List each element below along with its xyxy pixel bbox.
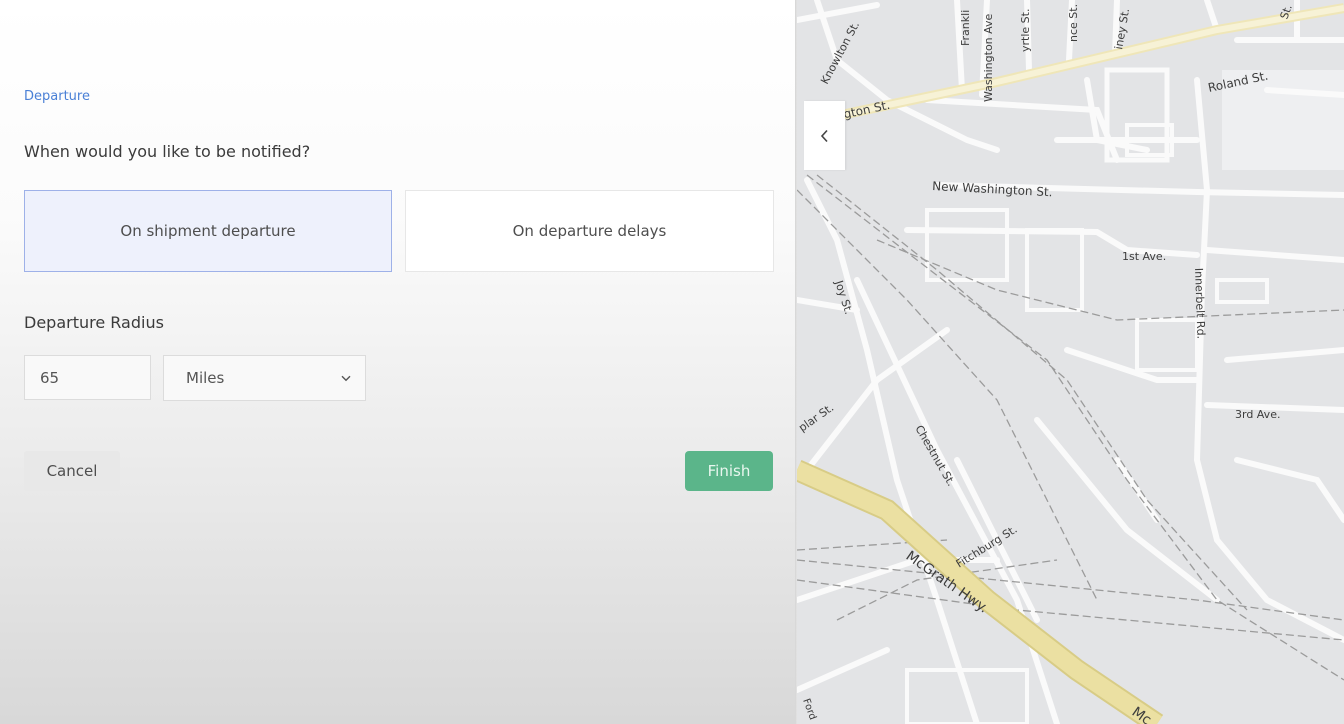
map-building bbox=[925, 208, 1009, 282]
street-label-poplar: plar St. bbox=[797, 401, 836, 434]
street-label-3rd-ave: 3rd Ave. bbox=[1235, 408, 1280, 421]
radius-value-input[interactable] bbox=[24, 355, 151, 400]
radius-unit-value: Miles bbox=[186, 369, 225, 387]
chevron-left-icon bbox=[820, 129, 828, 142]
notification-question: When would you like to be notified? bbox=[24, 142, 311, 161]
street-label-bottom-left: Ford bbox=[800, 697, 818, 721]
map-view[interactable]: Knowlton St. Frankli Washington Ave yrtl… bbox=[797, 0, 1344, 724]
street-label-new-washington: New Washington St. bbox=[932, 179, 1053, 199]
street-label-washington-ave: Washington Ave bbox=[982, 13, 995, 102]
notification-form-panel: Departure When would you like to be noti… bbox=[0, 0, 797, 724]
map-building bbox=[1025, 228, 1084, 312]
finish-button[interactable]: Finish bbox=[685, 451, 773, 491]
map-building bbox=[1135, 318, 1199, 372]
app-window: Departure When would you like to be noti… bbox=[0, 0, 1344, 724]
collapse-panel-button[interactable] bbox=[804, 101, 845, 170]
option-on-departure-delays[interactable]: On departure delays bbox=[405, 190, 774, 272]
street-label-franklin: Frankli bbox=[959, 10, 972, 46]
street-label-1st-ave: 1st Ave. bbox=[1122, 250, 1166, 263]
street-label-myrtle: yrtle St. bbox=[1019, 9, 1032, 52]
radius-unit-select[interactable]: Miles bbox=[163, 355, 366, 401]
street-label-prospect: nce St. bbox=[1067, 4, 1080, 42]
map-canvas: Knowlton St. Frankli Washington Ave yrtl… bbox=[797, 0, 1344, 724]
option-on-shipment-departure[interactable]: On shipment departure bbox=[24, 190, 392, 272]
map-building bbox=[1215, 278, 1269, 304]
cancel-button[interactable]: Cancel bbox=[24, 451, 120, 491]
departure-radius-label: Departure Radius bbox=[24, 313, 164, 332]
map-rail-lines bbox=[797, 174, 1344, 681]
section-label: Departure bbox=[24, 89, 90, 104]
option-label: On shipment departure bbox=[120, 222, 296, 240]
option-label: On departure delays bbox=[512, 222, 667, 240]
street-label-innerbelt: Innerbelt Rd. bbox=[1192, 268, 1207, 340]
chevron-down-icon bbox=[341, 375, 351, 381]
street-label-chestnut: Chestnut St. bbox=[912, 423, 957, 488]
